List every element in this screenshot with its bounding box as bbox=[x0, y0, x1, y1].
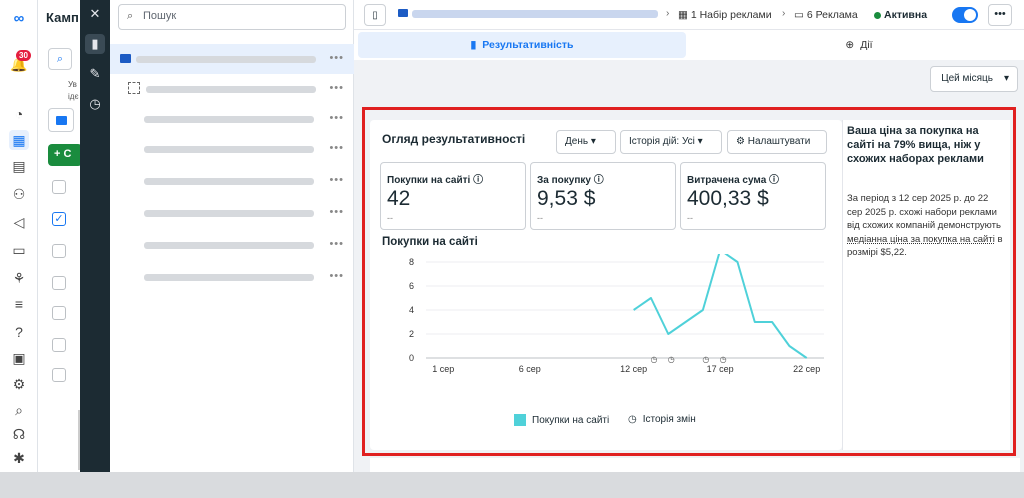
row-checkbox[interactable] bbox=[52, 276, 66, 290]
left-nav-rail: ∞ 🔔 30 ◔ ▦ ▤ ⚇ ◁ ▭ ⚘ ≡ ? ▣ ⚙ ⌕ ☊ ✱ bbox=[0, 0, 38, 472]
meta-logo-icon[interactable]: ∞ bbox=[9, 8, 29, 28]
system-dock bbox=[0, 472, 1024, 498]
truncated-text: ідє bbox=[68, 92, 79, 101]
search-icon: ⌕ bbox=[127, 10, 134, 22]
active-toggle[interactable] bbox=[952, 7, 978, 23]
status-dot bbox=[874, 12, 881, 19]
history-icon[interactable]: ◷ bbox=[85, 94, 105, 114]
row-checkbox[interactable] bbox=[52, 338, 66, 352]
row-checkbox[interactable] bbox=[52, 180, 66, 194]
help-icon[interactable]: ? bbox=[9, 322, 29, 342]
row-menu-button[interactable]: ••• bbox=[329, 142, 344, 154]
billing-icon[interactable]: ▭ bbox=[9, 240, 29, 260]
campaigns-panel: Камп ⌕ Ув ідє + С ✓ bbox=[38, 0, 82, 472]
row-menu-button[interactable]: ••• bbox=[329, 238, 344, 250]
row-checkbox[interactable] bbox=[52, 368, 66, 382]
row-menu-button[interactable]: ••• bbox=[329, 82, 344, 94]
edit-icon[interactable]: ✎ bbox=[85, 64, 105, 84]
megaphone-icon[interactable]: ◁ bbox=[9, 212, 29, 232]
highlight-box bbox=[362, 107, 1016, 456]
close-icon[interactable]: ✕ bbox=[85, 4, 105, 24]
news-icon[interactable]: ▣ bbox=[9, 348, 29, 368]
editor-toolbar: ✕ ▮ ✎ ◷ bbox=[80, 0, 110, 472]
folder-icon bbox=[398, 9, 408, 17]
audience-icon[interactable]: ⚇ bbox=[9, 184, 29, 204]
menu-icon[interactable]: ≡ bbox=[9, 294, 29, 314]
folder-icon bbox=[120, 54, 131, 63]
redacted-label bbox=[144, 242, 314, 249]
pages-icon[interactable]: ▤ bbox=[9, 156, 29, 176]
campaign-tree: ⌕ Пошук ••• ••• ••• ••• ••• ••• ••• ••• bbox=[110, 0, 354, 472]
redacted-label bbox=[144, 146, 314, 153]
row-checkbox[interactable] bbox=[52, 306, 66, 320]
create-button[interactable]: + С bbox=[48, 144, 82, 166]
tab-actions-label: Дії bbox=[860, 39, 873, 51]
search-icon[interactable]: ⌕ bbox=[9, 400, 29, 420]
row-menu-button[interactable]: ••• bbox=[329, 112, 344, 124]
folder-button[interactable] bbox=[48, 108, 74, 132]
adset-icon bbox=[128, 82, 140, 94]
breadcrumb-adset[interactable]: ▦ 1 Набір реклами bbox=[678, 9, 772, 21]
bug-icon[interactable]: ✱ bbox=[9, 448, 29, 468]
chart-icon[interactable]: ▮ bbox=[85, 34, 105, 54]
row-menu-button[interactable]: ••• bbox=[329, 174, 344, 186]
campaigns-title: Камп bbox=[46, 10, 79, 25]
status-label: Активна bbox=[884, 9, 928, 21]
breadcrumb-adset-label: 1 Набір реклами bbox=[690, 9, 772, 21]
bar-chart-icon: ▮ bbox=[470, 39, 477, 51]
search-placeholder: Пошук bbox=[143, 10, 177, 22]
upload-icon: ⊕ bbox=[845, 39, 855, 51]
breadcrumb-ad[interactable]: ▭ 6 Реклама bbox=[794, 9, 858, 21]
chevron-right-icon: › bbox=[782, 8, 786, 19]
tree-item-ad[interactable]: ••• bbox=[110, 134, 354, 164]
redacted-label bbox=[144, 178, 314, 185]
chevron-right-icon: › bbox=[666, 8, 670, 19]
row-menu-button[interactable]: ••• bbox=[329, 52, 344, 64]
tree-item-ad[interactable]: ••• bbox=[110, 262, 354, 292]
tree-item-adset[interactable]: ••• bbox=[110, 74, 354, 104]
sidebar-toggle-button[interactable]: ▯ bbox=[364, 4, 386, 26]
breadcrumb-bar: ▯ › ▦ 1 Набір реклами › ▭ 6 Реклама Акти… bbox=[354, 0, 1024, 30]
tab-performance[interactable]: ▮ Результативність bbox=[358, 32, 686, 58]
tab-actions[interactable]: ⊕ Дії bbox=[694, 32, 1024, 58]
settings-icon[interactable]: ⚙ bbox=[9, 374, 29, 394]
truncated-text: Ув bbox=[68, 80, 77, 89]
redacted-label bbox=[144, 210, 314, 217]
period-dropdown[interactable]: Цей місяць bbox=[930, 66, 1018, 92]
row-menu-button[interactable]: ••• bbox=[329, 206, 344, 218]
breadcrumb-campaign[interactable] bbox=[398, 7, 660, 21]
dashboard-icon[interactable]: ◔ bbox=[9, 104, 29, 124]
redacted-label bbox=[144, 116, 314, 123]
tree-item-ad[interactable]: ••• bbox=[110, 166, 354, 196]
redacted-label bbox=[144, 274, 314, 281]
support-icon[interactable]: ☊ bbox=[9, 424, 29, 444]
next-card bbox=[370, 458, 1020, 472]
tree-item-ad[interactable]: ••• bbox=[110, 198, 354, 228]
redacted-label bbox=[136, 56, 316, 63]
search-button[interactable]: ⌕ bbox=[48, 48, 72, 70]
row-menu-button[interactable]: ••• bbox=[329, 270, 344, 282]
table-icon[interactable]: ▦ bbox=[9, 130, 29, 150]
network-icon[interactable]: ⚘ bbox=[9, 268, 29, 288]
tree-item-campaign[interactable]: ••• bbox=[110, 44, 354, 74]
row-checkbox[interactable] bbox=[52, 244, 66, 258]
tab-bar: ▮ Результативність ⊕ Дії bbox=[354, 30, 1024, 60]
tab-performance-label: Результативність bbox=[482, 39, 574, 51]
notification-badge: 30 bbox=[16, 50, 31, 61]
tree-item-ad[interactable]: ••• bbox=[110, 230, 354, 260]
breadcrumb-ad-label: 6 Реклама bbox=[806, 9, 858, 21]
tree-item-ad[interactable]: ••• bbox=[110, 104, 354, 134]
redacted-label bbox=[146, 86, 316, 93]
redacted-label bbox=[412, 10, 658, 18]
row-checkbox[interactable]: ✓ bbox=[52, 212, 66, 226]
more-button[interactable]: ••• bbox=[988, 4, 1012, 26]
search-input[interactable]: ⌕ Пошук bbox=[118, 4, 346, 30]
